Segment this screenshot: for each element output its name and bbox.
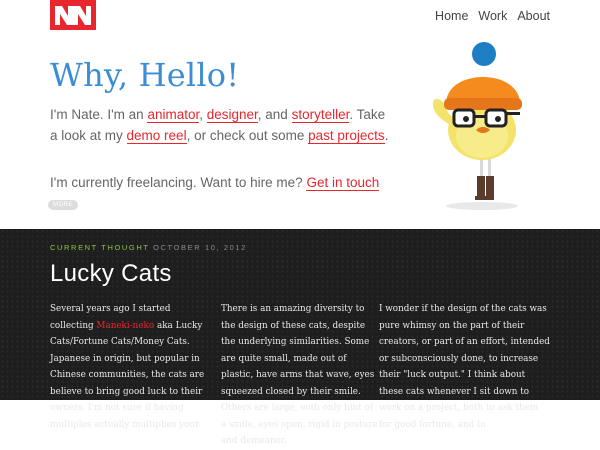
designer-link[interactable]: designer — [206, 107, 258, 123]
main-nav: Home Work About — [435, 9, 550, 23]
demo-reel-link[interactable]: demo reel — [126, 128, 187, 144]
freelance-label: I'm currently freelancing. Want to hire … — [50, 175, 307, 190]
character-illustration — [420, 38, 540, 213]
post-column-1: Several years ago I started collecting M… — [50, 301, 210, 433]
post-text: aka Lucky Cats/Fortune Cats/Money Cats. … — [50, 320, 205, 430]
get-in-touch-link[interactable]: Get in touch — [306, 175, 380, 191]
hero-title: Why, Hello! — [50, 56, 240, 94]
nav-work[interactable]: Work — [478, 9, 507, 23]
post-column-2: There is an amazing diversity to the des… — [221, 304, 378, 446]
blog-section: CURRENT THOUGHT OCTOBER 10, 2012 Lucky C… — [0, 229, 600, 446]
intro-text-part: , or check out some — [186, 128, 309, 143]
thought-meta: CURRENT THOUGHT OCTOBER 10, 2012 — [50, 243, 247, 252]
past-projects-link[interactable]: past projects — [308, 128, 385, 144]
freelance-text: I'm currently freelancing. Want to hire … — [50, 175, 380, 191]
animator-link[interactable]: animator — [147, 107, 200, 123]
nn-logo[interactable] — [50, 0, 96, 30]
header-section: Home Work About Why, Hello! I'm Nate. I'… — [0, 0, 600, 229]
nav-home[interactable]: Home — [435, 9, 468, 23]
intro-text-part: . — [384, 128, 389, 143]
current-thought-label: CURRENT THOUGHT — [50, 243, 150, 252]
post-title[interactable]: Lucky Cats — [50, 260, 172, 288]
storyteller-link[interactable]: storyteller — [291, 107, 350, 123]
post-column-3: I wonder if the design of the cats was p… — [379, 304, 550, 430]
intro-text-part: , — [199, 107, 207, 122]
intro-text-part: I'm Nate. I'm an — [50, 107, 148, 122]
intro-text-part: , and — [257, 107, 292, 122]
maneki-neko-link[interactable]: Maneki-neko — [96, 321, 154, 331]
more-button[interactable]: MORE — [48, 200, 78, 210]
nav-about[interactable]: About — [517, 9, 550, 23]
post-date: OCTOBER 10, 2012 — [153, 243, 247, 252]
intro-text: I'm Nate. I'm an animator, designer, and… — [50, 104, 390, 146]
